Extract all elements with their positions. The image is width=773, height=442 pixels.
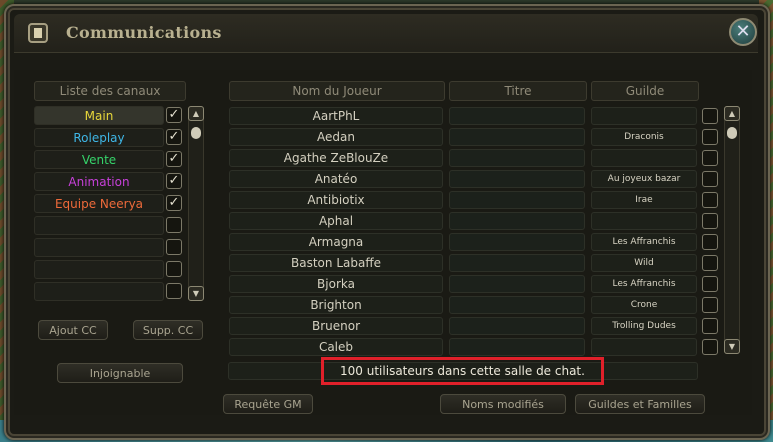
player-checkbox[interactable] [702, 129, 718, 145]
player-checkbox[interactable] [702, 276, 718, 292]
player-guild-cell: Irae [591, 191, 697, 209]
player-name-cell[interactable]: AartPhL [229, 107, 443, 125]
user-count-status: 100 utilisateurs dans cette salle de cha… [340, 364, 585, 378]
player-name-header[interactable]: Nom du Joueur [229, 81, 445, 101]
player-guild-cell [591, 212, 697, 230]
channel-checkbox[interactable]: ✓ [166, 151, 182, 167]
window-title: Communications [66, 23, 222, 42]
channel-scroll-thumb[interactable] [191, 127, 201, 139]
player-name-cell[interactable]: Antibiotix [229, 191, 443, 209]
player-name-cell[interactable]: Anatéo [229, 170, 443, 188]
player-title-cell [449, 296, 585, 314]
player-name-cell[interactable]: Bjorka [229, 275, 443, 293]
player-checkbox[interactable] [702, 171, 718, 187]
channel-item[interactable] [34, 238, 164, 257]
channel-checkbox[interactable]: ✓ [166, 129, 182, 145]
channel-item[interactable] [34, 260, 164, 279]
player-name-cell[interactable]: Armagna [229, 233, 443, 251]
player-title-cell [449, 254, 585, 272]
player-scroll-thumb[interactable] [727, 127, 737, 139]
player-title-cell [449, 212, 585, 230]
player-guild-cell: Au joyeux bazar [591, 170, 697, 188]
player-checkbox[interactable] [702, 213, 718, 229]
channel-item[interactable]: Animation [34, 172, 164, 191]
gm-request-button[interactable]: Requête GM [223, 394, 313, 414]
player-name-cell[interactable]: Agathe ZeBlouZe [229, 149, 443, 167]
close-icon[interactable]: ✕ [729, 18, 757, 46]
player-title-cell [449, 128, 585, 146]
channel-checkbox[interactable]: ✓ [166, 173, 182, 189]
channel-checkbox[interactable] [166, 239, 182, 255]
channel-list-header: Liste des canaux [34, 81, 186, 101]
channel-item[interactable]: Main [34, 106, 164, 125]
channel-scrollbar[interactable]: ▲ ▼ [188, 106, 204, 301]
player-name-cell[interactable]: Aphal [229, 212, 443, 230]
player-checkbox[interactable] [702, 150, 718, 166]
player-checkbox[interactable] [702, 339, 718, 355]
guilds-families-button[interactable]: Guildes et Familles [575, 394, 705, 414]
player-guild-cell: Crone [591, 296, 697, 314]
channel-item[interactable] [34, 216, 164, 235]
player-name-cell[interactable]: Aedan [229, 128, 443, 146]
player-checkbox[interactable] [702, 234, 718, 250]
player-title-header[interactable]: Titre [449, 81, 587, 101]
channel-checkbox[interactable] [166, 261, 182, 277]
player-title-cell [449, 107, 585, 125]
channel-item[interactable]: Equipe Neerya [34, 194, 164, 213]
player-guild-cell: Trolling Dudes [591, 317, 697, 335]
player-name-cell[interactable]: Bruenor [229, 317, 443, 335]
channel-checkbox[interactable]: ✓ [166, 107, 182, 123]
title-bar[interactable]: Communications ✕ [14, 14, 758, 53]
channel-checkbox[interactable] [166, 217, 182, 233]
player-name-cell[interactable]: Caleb [229, 338, 443, 356]
channel-checkbox[interactable] [166, 283, 182, 299]
channel-item[interactable]: Vente [34, 150, 164, 169]
player-guild-cell [591, 107, 697, 125]
player-scrollbar[interactable]: ▲ ▼ [724, 106, 740, 354]
player-name-cell[interactable]: Brighton [229, 296, 443, 314]
player-guild-cell [591, 149, 697, 167]
player-checkbox[interactable] [702, 318, 718, 334]
player-scroll-up-button[interactable]: ▲ [724, 106, 740, 121]
player-guild-cell: Les Affranchis [591, 233, 697, 251]
player-scroll-down-button[interactable]: ▼ [724, 339, 740, 354]
channel-item[interactable] [34, 282, 164, 301]
channel-item[interactable]: Roleplay [34, 128, 164, 147]
player-guild-cell [591, 338, 697, 356]
remove-channel-button[interactable]: Supp. CC [133, 320, 203, 340]
player-checkbox[interactable] [702, 108, 718, 124]
window-menu-icon[interactable] [28, 23, 48, 43]
channel-scroll-up-button[interactable]: ▲ [188, 106, 204, 121]
channel-scroll-down-button[interactable]: ▼ [188, 286, 204, 301]
player-checkbox[interactable] [702, 297, 718, 313]
player-title-cell [449, 149, 585, 167]
player-title-cell [449, 170, 585, 188]
player-checkbox[interactable] [702, 192, 718, 208]
add-channel-button[interactable]: Ajout CC [38, 320, 108, 340]
player-title-cell [449, 275, 585, 293]
away-button[interactable]: Injoignable [57, 363, 183, 383]
player-title-cell [449, 191, 585, 209]
player-checkbox[interactable] [702, 255, 718, 271]
player-title-cell [449, 338, 585, 356]
player-name-cell[interactable]: Baston Labaffe [229, 254, 443, 272]
player-title-cell [449, 233, 585, 251]
player-title-cell [449, 317, 585, 335]
player-guild-header[interactable]: Guilde [591, 81, 699, 101]
modified-names-button[interactable]: Noms modifiés [440, 394, 566, 414]
channel-checkbox[interactable]: ✓ [166, 195, 182, 211]
player-guild-cell: Draconis [591, 128, 697, 146]
player-guild-cell: Wild [591, 254, 697, 272]
player-guild-cell: Les Affranchis [591, 275, 697, 293]
